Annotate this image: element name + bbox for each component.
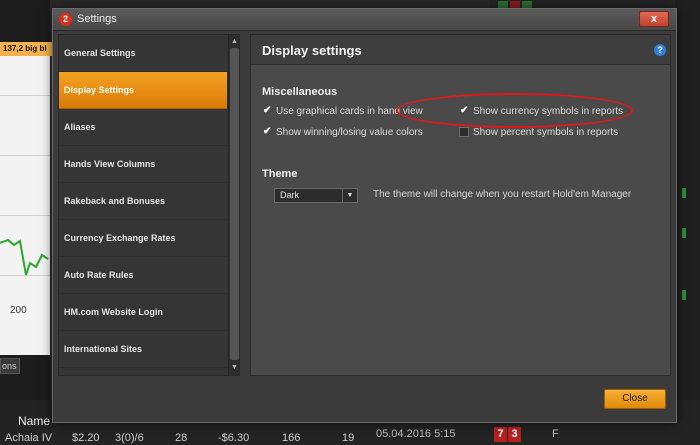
table-cell: Achaia IV bbox=[5, 432, 53, 444]
checkbox-unchecked-icon[interactable] bbox=[459, 127, 469, 137]
help-icon[interactable]: ? bbox=[654, 44, 666, 56]
table-cell: 28 bbox=[175, 432, 188, 444]
hm2-logo-icon: 2 bbox=[59, 13, 72, 26]
card-badge: 7 bbox=[494, 427, 507, 442]
sidebar-item-auto-rate-rules[interactable]: Auto Rate Rules bbox=[59, 257, 227, 294]
dialog-title: Settings bbox=[77, 13, 117, 25]
background-marker bbox=[682, 188, 686, 198]
close-icon[interactable]: x bbox=[639, 11, 669, 27]
sidebar-item-hm-website-login[interactable]: HM.com Website Login bbox=[59, 294, 227, 331]
background-right-pane bbox=[675, 0, 700, 445]
table-cell: 166 bbox=[282, 432, 301, 444]
sidebar-item-hands-view-columns[interactable]: Hands View Columns bbox=[59, 146, 227, 183]
checkbox-checked-icon[interactable]: ✔ bbox=[262, 106, 272, 116]
display-settings-panel: Display settings ? Miscellaneous ✔ Use g… bbox=[250, 34, 671, 376]
panel-title: Display settings bbox=[262, 43, 362, 58]
hand-date: 05.04.2016 5:15 bbox=[376, 428, 456, 440]
sidebar-item-aliases[interactable]: Aliases bbox=[59, 109, 227, 146]
miscellaneous-heading: Miscellaneous bbox=[262, 86, 338, 98]
title-bar[interactable]: 2 Settings x bbox=[53, 9, 676, 31]
theme-dropdown[interactable]: Dark ▼ bbox=[274, 188, 358, 203]
option-label: Show percent symbols in reports bbox=[473, 126, 619, 138]
sidebar-item-currency-exchange-rates[interactable]: Currency Exchange Rates bbox=[59, 220, 227, 257]
option-label: Show winning/losing value colors bbox=[276, 126, 423, 138]
scrollbar-thumb[interactable] bbox=[230, 48, 239, 360]
background-marker bbox=[682, 228, 686, 238]
settings-nav-list: General Settings Display Settings Aliase… bbox=[59, 35, 227, 375]
chart-axis-label: 200 bbox=[10, 305, 27, 316]
checkbox-checked-icon[interactable]: ✔ bbox=[262, 127, 272, 137]
chart-tag: 137,2 big bl bbox=[0, 42, 56, 56]
annotation-circle bbox=[396, 93, 633, 128]
background-tab[interactable]: ons bbox=[0, 358, 20, 374]
card-badge: 3 bbox=[508, 427, 521, 442]
table-cell: 3(0)/6 bbox=[115, 432, 144, 444]
theme-selected-value: Dark bbox=[280, 190, 300, 200]
close-button[interactable]: Close bbox=[604, 389, 666, 409]
background-marker bbox=[682, 290, 686, 300]
hand-column-f: F bbox=[552, 428, 559, 440]
settings-dialog: 2 Settings x General Settings Display Se… bbox=[52, 8, 677, 423]
scroll-down-icon[interactable]: ▼ bbox=[229, 362, 240, 373]
option-winning-losing-colors[interactable]: ✔ Show winning/losing value colors bbox=[262, 125, 423, 139]
table-cell: $2.20 bbox=[72, 432, 100, 444]
sidebar-item-rakeback-and-bonuses[interactable]: Rakeback and Bonuses bbox=[59, 183, 227, 220]
theme-heading: Theme bbox=[262, 168, 298, 180]
scroll-up-icon[interactable]: ▲ bbox=[229, 36, 240, 47]
sidebar-scrollbar[interactable]: ▲ ▼ bbox=[228, 35, 239, 375]
table-cell: -$6.30 bbox=[218, 432, 250, 444]
settings-sidebar: General Settings Display Settings Aliase… bbox=[58, 34, 240, 376]
sidebar-item-general-settings[interactable]: General Settings bbox=[59, 35, 227, 72]
theme-restart-note: The theme will change when you restart H… bbox=[373, 189, 632, 200]
table-cell: 19 bbox=[342, 432, 355, 444]
sidebar-item-display-settings[interactable]: Display Settings bbox=[59, 72, 227, 109]
panel-header: Display settings ? bbox=[251, 35, 670, 65]
chevron-down-icon[interactable]: ▼ bbox=[342, 189, 357, 202]
sidebar-item-international-sites[interactable]: International Sites bbox=[59, 331, 227, 368]
